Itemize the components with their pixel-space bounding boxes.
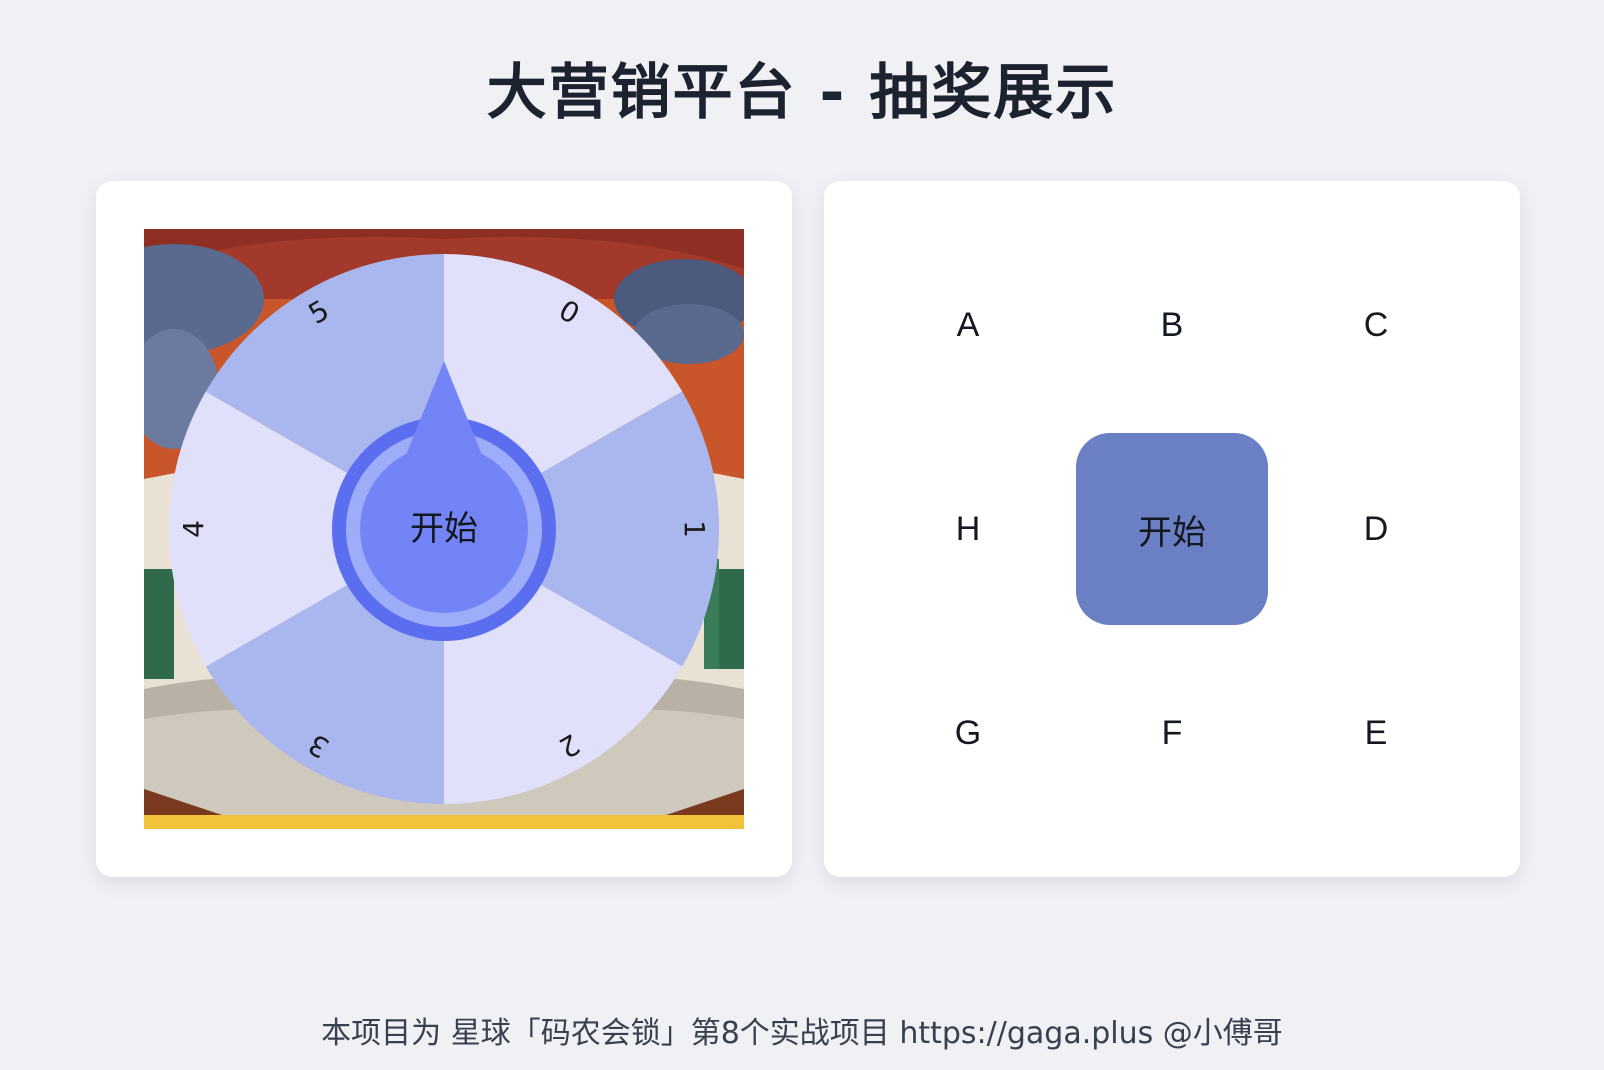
grid-lottery-card: A B C H 开始 D G F E <box>824 181 1520 877</box>
grid-cell-d: D <box>1363 509 1389 548</box>
grid-cell-c: C <box>1363 305 1389 344</box>
grid-start-button[interactable]: 开始 <box>1076 433 1268 625</box>
grid-cell-a: A <box>956 305 980 344</box>
wheel-segment-label-1: 1 <box>678 520 711 538</box>
grid-cell-h: H <box>955 509 981 548</box>
grid-cell-g: G <box>954 713 982 752</box>
page-title: 大营销平台 - 抽奖展示 <box>486 58 1118 128</box>
wheel-start-label[interactable]: 开始 <box>364 504 524 554</box>
footer-note: 本项目为 星球「码农会锁」第8个实战项目 https://gaga.plus @… <box>321 1016 1283 1051</box>
grid-cell-f: F <box>1161 713 1183 752</box>
grid-lottery: A B C H 开始 D G F E <box>872 229 1472 829</box>
wheel-segment-label-4: 4 <box>177 520 210 538</box>
grid-cell-e: E <box>1364 713 1388 752</box>
grid-cell-b: B <box>1160 305 1184 344</box>
lucky-wheel: 0 1 2 3 4 5 开始 <box>144 229 744 829</box>
lucky-wheel-card: 0 1 2 3 4 5 开始 <box>96 181 792 877</box>
